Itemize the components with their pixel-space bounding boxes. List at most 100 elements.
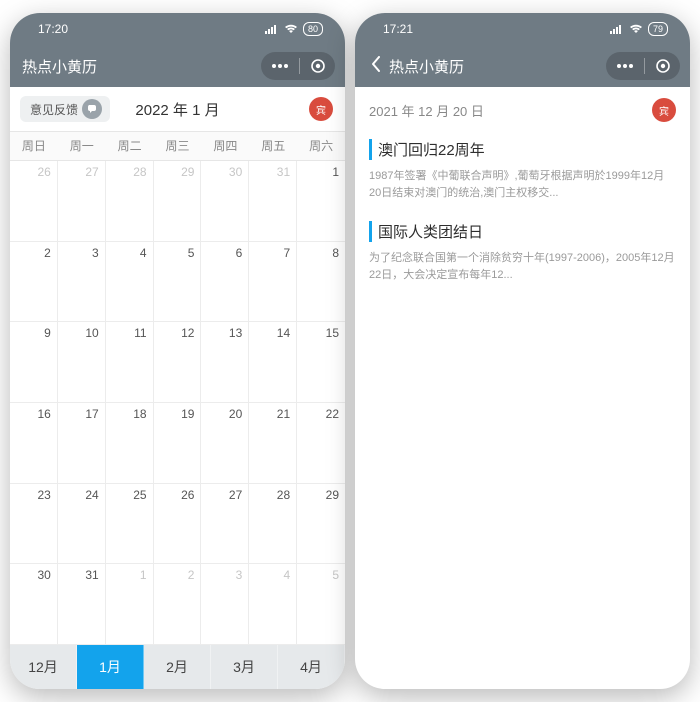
calendar-cell[interactable]: 1	[297, 161, 345, 242]
red-badge[interactable]: 宾	[652, 98, 676, 122]
calendar-grid: 2627282930311234567891011121314151617181…	[10, 161, 345, 645]
calendar-cell[interactable]: 30	[201, 161, 249, 242]
dow: 周日	[10, 132, 58, 160]
calendar-cell[interactable]: 30	[10, 564, 58, 645]
miniprogram-capsule[interactable]	[261, 52, 335, 80]
calendar-cell[interactable]: 31	[249, 161, 297, 242]
month-tab[interactable]: 3月	[211, 645, 278, 689]
article-list: 澳门回归22周年1987年签署《中葡联合声明》,葡萄牙根据声明於1999年12月…	[355, 133, 690, 297]
month-tabs: 12月1月2月3月4月	[10, 645, 345, 689]
more-icon	[271, 63, 289, 69]
day-number: 21	[277, 407, 290, 421]
article-desc: 1987年签署《中葡联合声明》,葡萄牙根据声明於1999年12月20日结束对澳门…	[369, 168, 676, 201]
calendar-cell[interactable]: 16	[10, 403, 58, 484]
calendar-subbar: 意见反馈 2022 年 1 月 宾	[10, 87, 345, 131]
status-bar: 17:20 80	[10, 13, 345, 45]
month-tab[interactable]: 2月	[144, 645, 211, 689]
calendar-cell[interactable]: 4	[249, 564, 297, 645]
calendar-cell[interactable]: 5	[297, 564, 345, 645]
day-number: 28	[277, 488, 290, 502]
month-tab[interactable]: 4月	[278, 645, 345, 689]
phone-right: 17:21 79 热点小黄历 2021 年 12 月 20 日 宾 澳门回归22…	[355, 13, 690, 689]
more-icon	[616, 63, 634, 69]
feedback-button[interactable]: 意见反馈	[20, 96, 110, 122]
day-number: 31	[85, 568, 98, 582]
day-number: 27	[229, 488, 242, 502]
day-number: 12	[181, 326, 194, 340]
battery-label: 80	[303, 22, 323, 36]
day-number: 27	[85, 165, 98, 179]
calendar-cell[interactable]: 31	[58, 564, 106, 645]
calendar-cell[interactable]: 29	[154, 161, 202, 242]
calendar-cell[interactable]: 22	[297, 403, 345, 484]
day-number: 3	[92, 246, 99, 260]
calendar-cell[interactable]: 7	[249, 242, 297, 323]
calendar-cell[interactable]: 26	[154, 484, 202, 565]
calendar-cell[interactable]: 27	[58, 161, 106, 242]
calendar-cell[interactable]: 29	[297, 484, 345, 565]
article-item[interactable]: 澳门回归22周年1987年签署《中葡联合声明》,葡萄牙根据声明於1999年12月…	[355, 133, 690, 215]
month-tab[interactable]: 12月	[10, 645, 77, 689]
day-number: 4	[140, 246, 147, 260]
calendar-cell[interactable]: 28	[106, 161, 154, 242]
red-badge[interactable]: 宾	[309, 97, 333, 121]
signal-icon	[265, 24, 279, 34]
month-tab[interactable]: 1月	[77, 645, 144, 689]
day-number: 1	[140, 568, 147, 582]
day-number: 22	[326, 407, 339, 421]
calendar-cell[interactable]: 14	[249, 322, 297, 403]
back-button[interactable]	[367, 56, 385, 76]
calendar-cell[interactable]: 1	[106, 564, 154, 645]
calendar-cell[interactable]: 2	[154, 564, 202, 645]
chevron-left-icon	[371, 56, 381, 72]
miniprogram-capsule[interactable]	[606, 52, 680, 80]
calendar-cell[interactable]: 17	[58, 403, 106, 484]
day-number: 9	[44, 326, 51, 340]
calendar-cell[interactable]: 25	[106, 484, 154, 565]
article-item[interactable]: 国际人类团结日为了纪念联合国第一个消除贫穷十年(1997-2006)，2005年…	[355, 215, 690, 297]
calendar-cell[interactable]: 28	[249, 484, 297, 565]
calendar-cell[interactable]: 6	[201, 242, 249, 323]
calendar-cell[interactable]: 2	[10, 242, 58, 323]
calendar-cell[interactable]: 21	[249, 403, 297, 484]
status-time: 17:20	[38, 22, 68, 36]
capsule-separator	[299, 58, 300, 74]
calendar-cell[interactable]: 4	[106, 242, 154, 323]
calendar-cell[interactable]: 26	[10, 161, 58, 242]
day-number: 30	[229, 165, 242, 179]
status-right: 79	[610, 22, 668, 36]
calendar-cell[interactable]: 19	[154, 403, 202, 484]
calendar-cell[interactable]: 5	[154, 242, 202, 323]
day-number: 28	[133, 165, 146, 179]
title-bar: 热点小黄历	[10, 45, 345, 87]
calendar-cell[interactable]: 27	[201, 484, 249, 565]
calendar-cell[interactable]: 23	[10, 484, 58, 565]
calendar-cell[interactable]: 3	[58, 242, 106, 323]
day-number: 15	[326, 326, 339, 340]
calendar-cell[interactable]: 20	[201, 403, 249, 484]
day-number: 24	[85, 488, 98, 502]
day-number: 18	[133, 407, 146, 421]
day-number: 1	[332, 165, 339, 179]
status-bar: 17:21 79	[355, 13, 690, 45]
day-number: 14	[277, 326, 290, 340]
calendar-cell[interactable]: 12	[154, 322, 202, 403]
day-number: 26	[37, 165, 50, 179]
day-number: 11	[134, 326, 146, 340]
calendar-cell[interactable]: 15	[297, 322, 345, 403]
app-title: 热点小黄历	[389, 56, 464, 77]
month-label: 2022 年 1 月	[135, 99, 219, 120]
close-target-icon	[310, 58, 326, 74]
day-number: 2	[44, 246, 51, 260]
calendar-cell[interactable]: 8	[297, 242, 345, 323]
calendar-cell[interactable]: 10	[58, 322, 106, 403]
calendar-cell[interactable]: 24	[58, 484, 106, 565]
calendar-cell[interactable]: 11	[106, 322, 154, 403]
calendar-cell[interactable]: 9	[10, 322, 58, 403]
calendar-cell[interactable]: 3	[201, 564, 249, 645]
app-title: 热点小黄历	[22, 56, 97, 77]
article-desc: 为了纪念联合国第一个消除贫穷十年(1997-2006)，2005年12月22日，…	[369, 250, 676, 283]
calendar-cell[interactable]: 18	[106, 403, 154, 484]
day-number: 17	[85, 407, 98, 421]
calendar-cell[interactable]: 13	[201, 322, 249, 403]
